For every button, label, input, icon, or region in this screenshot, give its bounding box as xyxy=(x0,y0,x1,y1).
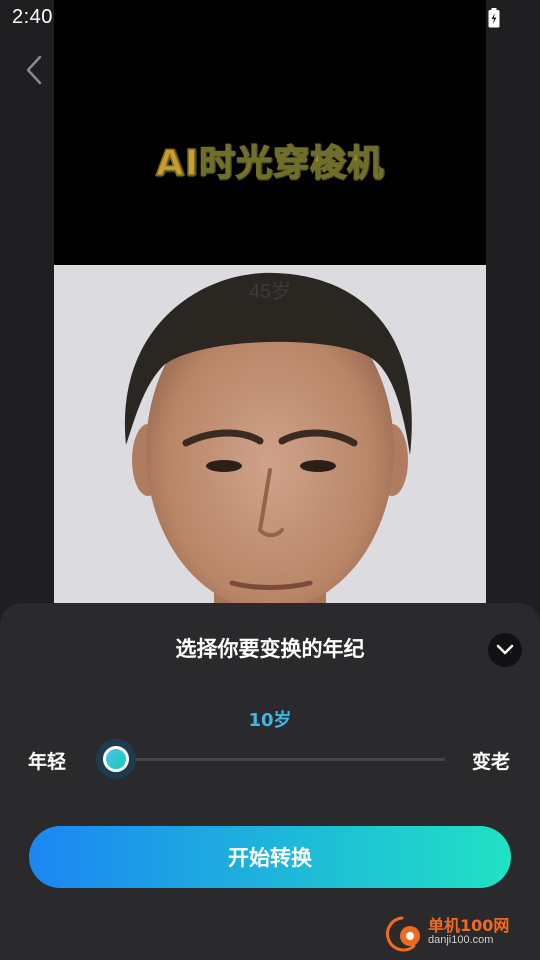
preview-title: AI时光穿梭机 xyxy=(155,142,385,185)
collapse-button[interactable] xyxy=(488,633,522,667)
age-select-sheet: 选择你要变换的年纪 10岁 年轻 变老 开始转换 xyxy=(0,603,540,960)
start-convert-button[interactable]: 开始转换 xyxy=(29,826,511,888)
watermark-logo-icon xyxy=(386,916,420,952)
site-watermark: 单机100网 danji100.com xyxy=(380,908,530,956)
photo-age-label: 45岁 xyxy=(248,281,292,303)
status-time: 2:40 xyxy=(12,6,53,28)
age-slider-thumb[interactable] xyxy=(96,739,136,779)
back-button[interactable] xyxy=(18,52,50,88)
age-slider-thumb-inner xyxy=(103,746,129,772)
slider-max-label: 变老 xyxy=(471,751,510,773)
slider-min-label: 年轻 xyxy=(28,751,67,773)
watermark-url: danji100.com xyxy=(428,934,494,946)
battery-icon xyxy=(488,8,500,28)
preview-panel: AI时光穿梭机 45岁 xyxy=(54,0,486,604)
watermark-text: 单机100网 xyxy=(428,916,510,935)
chevron-down-icon xyxy=(496,644,514,655)
portrait-image xyxy=(54,265,486,604)
chevron-left-icon xyxy=(26,55,42,85)
sheet-title: 选择你要变换的年纪 xyxy=(175,637,365,661)
app-screen: 2:40 AI时光穿梭机 45岁 选择你要变换的年纪 10岁 年轻 变老 开始转… xyxy=(0,0,540,960)
age-slider-track[interactable] xyxy=(116,758,445,761)
portrait-photo: 45岁 xyxy=(54,265,486,604)
slider-value-label: 10岁 xyxy=(248,710,292,731)
